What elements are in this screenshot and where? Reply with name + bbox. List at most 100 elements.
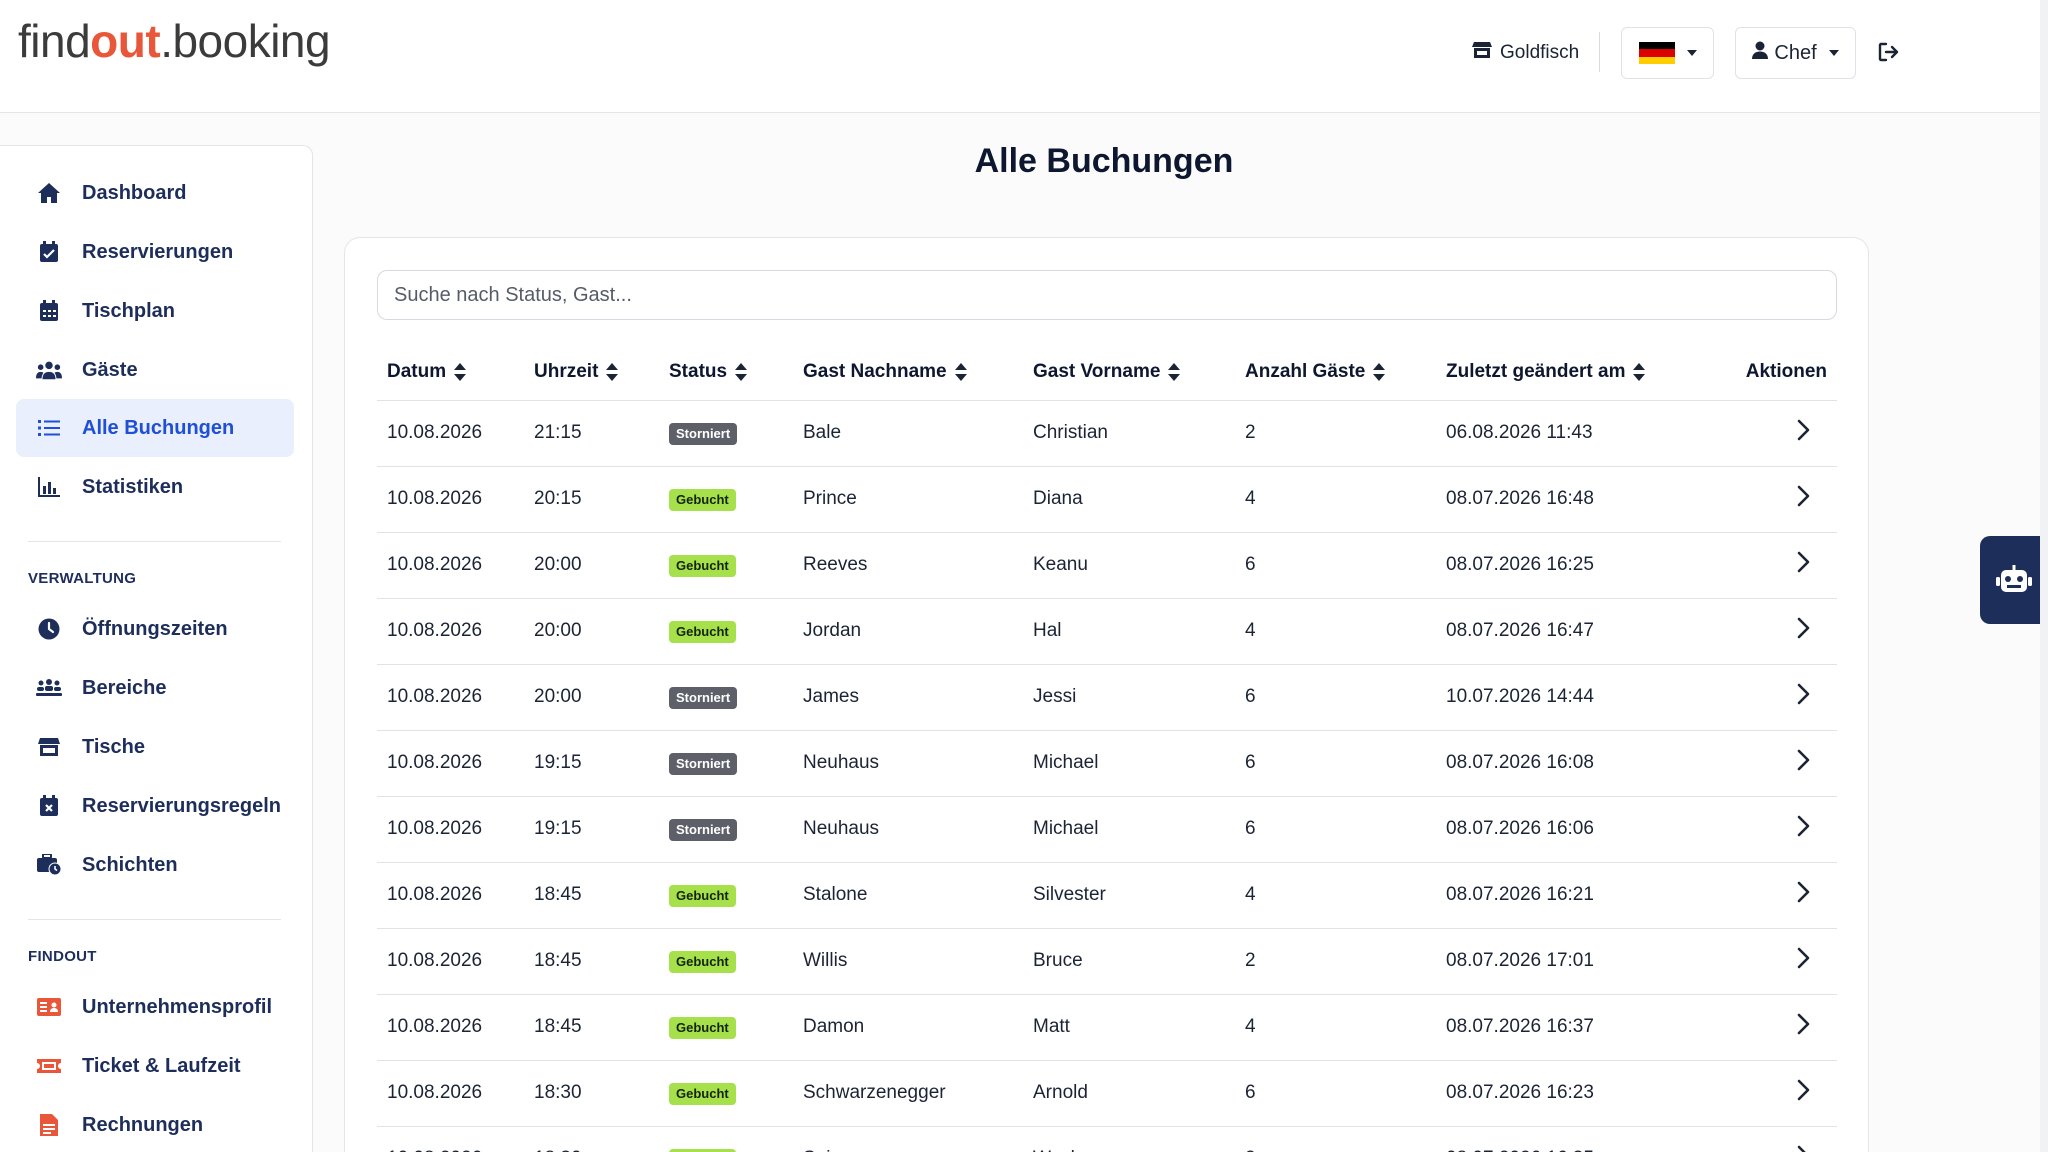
chevron-right-icon[interactable] [1791,1144,1815,1152]
logout-button[interactable] [1876,40,1900,64]
list-icon [36,415,62,441]
chevron-right-icon[interactable] [1791,1012,1815,1036]
scrollbar[interactable] [2040,0,2048,1152]
bookings-table: Datum Uhrzeit Status Gast Nachname Gast … [377,344,1837,1152]
chevron-right-icon[interactable] [1791,418,1815,442]
cell-aktionen [1702,1060,1837,1127]
search-input[interactable] [377,270,1837,320]
table-row[interactable]: 10.08.2026 20:00 Gebucht Jordan Hal 4 08.07.20… [377,598,1837,665]
cell-anzahl-gaeste: 4 [1235,466,1436,533]
sidebar-item-oeffnungszeiten[interactable]: Öffnungszeiten [16,600,294,658]
chevron-right-icon[interactable] [1791,748,1815,772]
chatbot-button[interactable] [1980,536,2048,624]
chevron-right-icon[interactable] [1791,550,1815,574]
sidebar-item-bereiche[interactable]: Bereiche [16,659,294,717]
column-header-nachname[interactable]: Gast Nachname [793,344,1023,401]
cell-uhrzeit: 21:15 [524,400,659,467]
cell-zuletzt-geaendert: 08.07.2026 16:47 [1436,598,1702,665]
clock-icon [36,616,62,642]
cell-status: Storniert [659,664,793,731]
chevron-right-icon[interactable] [1791,616,1815,640]
sidebar-item-tische[interactable]: Tische [16,718,294,776]
sidebar-item-alle-buchungen[interactable]: Alle Buchungen [16,399,294,457]
cell-anzahl-gaeste: 4 [1235,994,1436,1061]
cell-status: Gebucht [659,994,793,1061]
cell-status: Gebucht [659,466,793,533]
table-row[interactable]: 10.08.2026 20:00 Storniert James Jessi 6 10.07… [377,664,1837,731]
table-row[interactable]: 10.08.2026 18:45 Gebucht Damon Matt 4 08.07.20… [377,994,1837,1061]
cell-status: Storniert [659,400,793,467]
column-header-vorname[interactable]: Gast Vorname [1023,344,1235,401]
cell-zuletzt-geaendert: 08.07.2026 16:35 [1436,1126,1702,1152]
column-header-uhrzeit[interactable]: Uhrzeit [524,344,659,401]
chevron-right-icon[interactable] [1791,484,1815,508]
sidebar-item-label: Dashboard [82,181,187,204]
table-row[interactable]: 10.08.2026 20:00 Gebucht Reeves Keanu 6 08.07.… [377,532,1837,599]
cell-status: Gebucht [659,1060,793,1127]
cell-status: Gebucht [659,1126,793,1152]
table-row[interactable]: 10.08.2026 18:45 Gebucht Stalone Silvester 4 0… [377,862,1837,929]
briefcase-clock-icon [36,852,62,878]
sidebar-item-tischplan[interactable]: Tischplan [16,282,294,340]
invoice-icon [36,1112,62,1138]
sidebar-item-label: Reservierungsregeln [82,794,281,817]
sidebar-item-gaeste[interactable]: Gäste [16,341,294,399]
cell-aktionen [1702,994,1837,1061]
column-header-anzahl-gaeste[interactable]: Anzahl Gäste [1235,344,1436,401]
table-body: 10.08.2026 21:15 Storniert Bale Christian 2 06… [377,400,1837,1152]
calendar-x-icon [36,793,62,819]
findout-booking-logo[interactable]: findout.booking [18,14,331,68]
sidebar-item-label: Unternehmensprofil [82,995,273,1018]
sidebar-item-reservierungsregeln[interactable]: Reservierungsregeln [16,777,294,835]
chevron-right-icon[interactable] [1791,1078,1815,1102]
table-row[interactable]: 10.08.2026 18:45 Gebucht Willis Bruce 2 08.07.… [377,928,1837,995]
table-row[interactable]: 10.08.2026 19:15 Storniert Neuhaus Michael 6 0… [377,796,1837,863]
table-row[interactable]: 10.08.202618:30 Gebucht SnipesWesley208.07… [377,1126,1837,1152]
cell-datum: 10.08.2026 [377,928,524,995]
user-icon [1752,41,1769,65]
cell-status: Storniert [659,730,793,797]
column-header-status[interactable]: Status [659,344,793,401]
sidebar-item-schichten[interactable]: Schichten [16,836,294,894]
table-row[interactable]: 10.08.2026 21:15 Storniert Bale Christian 2 06… [377,400,1837,467]
column-label: Aktionen [1745,360,1827,382]
sidebar-item-rechnungen[interactable]: Rechnungen [16,1096,294,1152]
sidebar-item-ticket-laufzeit[interactable]: Ticket & Laufzeit [16,1037,294,1095]
column-header-zuletzt-geaendert[interactable]: Zuletzt geändert am [1436,344,1702,401]
chevron-right-icon[interactable] [1791,814,1815,838]
cell-vorname: Christian [1023,400,1235,467]
table-row[interactable]: 10.08.2026 19:15 Storniert Neuhaus Michael 6 0… [377,730,1837,797]
cell-vorname: Arnold [1023,1060,1235,1127]
cell-datum: 10.08.2026 [377,664,524,731]
column-label: Gast Nachname [803,360,947,382]
cell-datum: 10.08.2026 [377,862,524,929]
column-header-datum[interactable]: Datum [377,344,524,401]
cell-status: Gebucht [659,598,793,665]
cell-anzahl-gaeste: 4 [1235,598,1436,665]
sort-icon [954,362,967,381]
germany-flag-icon [1638,42,1675,64]
cell-anzahl-gaeste: 2 [1235,1126,1436,1152]
sidebar-item-label: Statistiken [82,475,184,498]
user-dropdown[interactable]: Chef [1735,27,1856,79]
sidebar-item-statistiken[interactable]: Statistiken [16,458,294,516]
status-badge: Gebucht [669,884,736,907]
sidebar-item-dashboard[interactable]: Dashboard [16,164,294,222]
store-icon [36,734,62,760]
restaurant-selector[interactable]: Goldfisch [1472,38,1579,68]
chevron-right-icon[interactable] [1791,946,1815,970]
cell-uhrzeit: 19:15 [524,730,659,797]
cell-aktionen [1702,664,1837,731]
table-row[interactable]: 10.08.2026 20:15 Gebucht Prince Diana 4 08.07.… [377,466,1837,533]
sidebar-item-unternehmensprofil[interactable]: Unternehmensprofil [16,978,294,1036]
cell-zuletzt-geaendert: 08.07.2026 17:01 [1436,928,1702,995]
cell-nachname: Bale [793,400,1023,467]
chevron-right-icon[interactable] [1791,880,1815,904]
chevron-right-icon[interactable] [1791,682,1815,706]
sidebar-item-reservierungen[interactable]: Reservierungen [16,223,294,281]
cell-vorname: Michael [1023,730,1235,797]
language-dropdown[interactable] [1621,27,1714,79]
table-row[interactable]: 10.08.2026 18:30 Gebucht Schwarzenegger Arno… [377,1060,1837,1127]
cell-status: Storniert [659,796,793,863]
sidebar-divider [28,541,281,542]
